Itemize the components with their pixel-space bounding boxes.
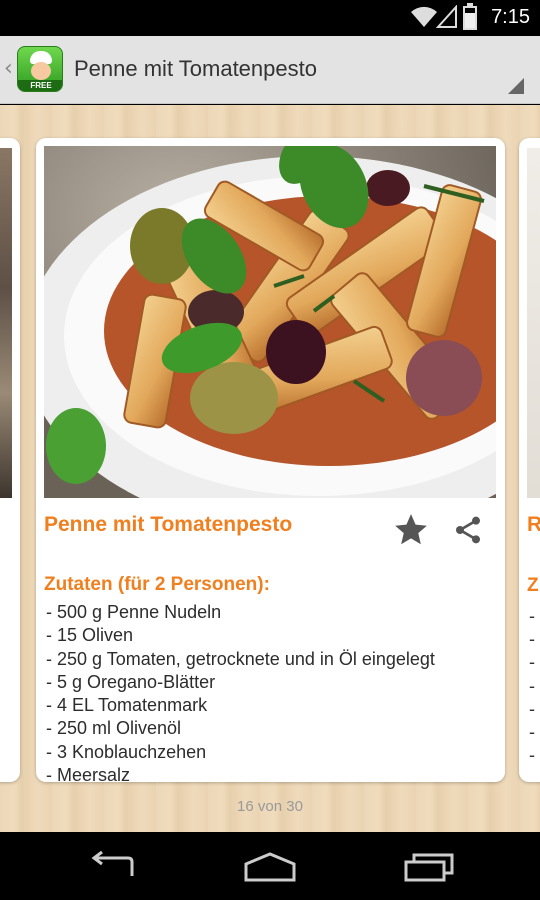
- page-indicator: 16 von 30: [237, 798, 303, 815]
- next-recipe-photo: [527, 148, 540, 498]
- app-logo[interactable]: FREE: [17, 46, 63, 92]
- next-recipe-dash: -: [529, 652, 535, 672]
- chef-face-icon: [31, 62, 51, 80]
- battery-icon: [463, 3, 477, 30]
- recents-icon[interactable]: [398, 850, 458, 884]
- home-icon[interactable]: [240, 850, 300, 884]
- back-icon[interactable]: [82, 850, 142, 884]
- signal-icon: [436, 5, 457, 28]
- action-bar-title[interactable]: Penne mit Tomatenpesto: [74, 56, 317, 82]
- recipe-photo: [44, 146, 496, 498]
- share-icon[interactable]: [452, 514, 484, 546]
- ingredient-item: 5 g Oregano-Blätter: [46, 671, 435, 694]
- status-bar: 7:15: [0, 0, 540, 36]
- up-caret-icon[interactable]: ‹: [4, 56, 13, 81]
- recipe-pager[interactable]: Penne mit Tomatenpesto Zutaten (für 2 Pe…: [0, 105, 540, 832]
- next-recipe-dash: -: [529, 629, 535, 649]
- next-recipe-dash: -: [529, 606, 535, 626]
- ingredient-item: Meersalz: [46, 764, 435, 782]
- ingredient-item: 250 g Tomaten, getrocknete und in Öl ein…: [46, 648, 435, 671]
- next-recipe-dash: -: [529, 745, 535, 765]
- navigation-bar: [0, 832, 540, 900]
- app-icon-free-tag: FREE: [18, 80, 62, 91]
- ingredient-item: 500 g Penne Nudeln: [46, 601, 435, 624]
- recipe-photo-illustration: [44, 146, 496, 498]
- ingredient-item: 4 EL Tomatenmark: [46, 694, 435, 717]
- next-recipe-dash: -: [529, 722, 535, 742]
- ingredient-item: 250 ml Olivenöl: [46, 717, 435, 740]
- clock: 7:15: [491, 6, 530, 28]
- next-recipe-card[interactable]: R Z - - - - - - -: [519, 138, 540, 782]
- wifi-icon: [411, 6, 437, 28]
- action-bar: ‹ FREE Penne mit Tomatenpesto: [0, 36, 540, 104]
- previous-recipe-photo: [0, 148, 12, 498]
- recipe-title: Penne mit Tomatenpesto: [44, 513, 293, 536]
- recipe-card: Penne mit Tomatenpesto Zutaten (für 2 Pe…: [36, 138, 505, 782]
- ingredients-header: Zutaten (für 2 Personen):: [44, 574, 270, 595]
- next-recipe-dash: -: [529, 676, 535, 696]
- previous-recipe-card[interactable]: [0, 138, 20, 782]
- ingredients-list: 500 g Penne Nudeln 15 Oliven 250 g Tomat…: [46, 601, 435, 782]
- next-recipe-dash: -: [529, 699, 535, 719]
- star-icon[interactable]: [392, 511, 430, 549]
- next-recipe-section-peek: Z: [527, 575, 539, 596]
- overflow-icon[interactable]: [508, 78, 524, 94]
- next-recipe-title-peek: R: [527, 513, 540, 536]
- ingredient-item: 3 Knoblauchzehen: [46, 741, 435, 764]
- ingredient-item: 15 Oliven: [46, 624, 435, 647]
